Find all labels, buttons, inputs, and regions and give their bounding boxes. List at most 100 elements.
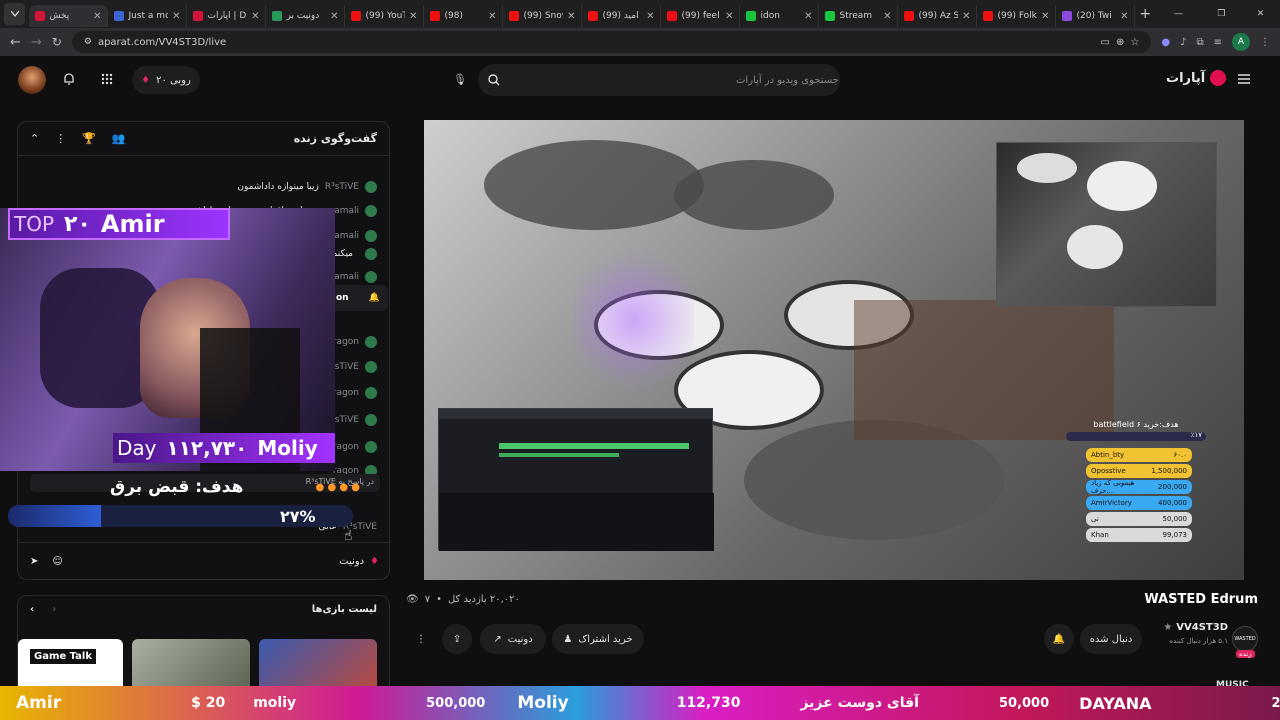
tab-favicon-icon [509, 11, 520, 21]
browser-tab[interactable]: (20) Twi ✕ [1056, 5, 1136, 27]
tab-close-icon[interactable]: ✕ [1120, 11, 1128, 22]
bookmark-star-icon[interactable]: ☆ [1130, 37, 1139, 48]
pinned-bar[interactable]: on 🔔 [328, 285, 388, 311]
subscribe-button[interactable]: خرید اشتراک ♟ [552, 624, 644, 654]
user-icon: ♟ [563, 633, 573, 645]
ruby-icon: ♦ [141, 74, 151, 86]
notifications-bell-icon[interactable] [60, 70, 78, 88]
chat-more-icon[interactable]: ⋮ [55, 132, 66, 145]
chat-avatar [365, 181, 377, 193]
browser-tab[interactable]: idon ✕ [740, 5, 820, 27]
send-icon[interactable]: ➤ [30, 556, 38, 567]
chat-donate-button[interactable]: دونیت ♦ [339, 556, 379, 567]
games-prev-icon[interactable]: ‹ [30, 604, 34, 615]
tab-close-icon[interactable]: ✕ [409, 11, 417, 22]
tab-label: (98) [444, 11, 463, 21]
emoji-icon[interactable]: ☺ [52, 556, 62, 567]
chat-composer: ➤ ☺ دونیت ♦ [18, 542, 389, 579]
tab-close-icon[interactable]: ✕ [804, 11, 812, 22]
chat-message[interactable]: sTiVE [329, 356, 377, 378]
profile-avatar[interactable]: A [1232, 33, 1250, 51]
search-bar[interactable]: جستجوی ویدیو در آپارات [478, 64, 840, 96]
chat-message[interactable]: sTiVE [329, 409, 377, 431]
more-options-button[interactable]: ⋮ [410, 624, 432, 654]
external-link-icon: ↗ [493, 633, 502, 645]
reading-list-icon[interactable]: ≡ [1214, 37, 1222, 48]
follow-button[interactable]: دنبال شده [1080, 624, 1142, 654]
collapse-chat-icon[interactable]: ⌃ [30, 132, 39, 145]
site-info-icon[interactable]: ⚙ [84, 37, 92, 47]
aparat-logo[interactable]: آپارات [1166, 70, 1227, 86]
tab-close-icon[interactable]: ✕ [93, 11, 101, 22]
search-icon[interactable] [487, 73, 501, 87]
tab-close-icon[interactable]: ✕ [883, 11, 891, 22]
address-bar[interactable]: ⚙ aparat.com/VV4ST3D/live ▭ ⊕ ☆ [71, 31, 1152, 53]
tab-close-icon[interactable]: ✕ [1041, 11, 1049, 22]
game-talk-label: Game Talk [30, 649, 96, 664]
games-next-icon[interactable]: › [52, 604, 56, 615]
channel-info[interactable]: VV4ST3D ★ ۵.۱ هزار دنبال کننده [1158, 622, 1228, 645]
share-button[interactable]: ⇪ [442, 624, 472, 654]
browser-tab[interactable]: (99) Snov ✕ [503, 5, 583, 27]
browser-tab[interactable]: Stream ✕ [819, 5, 899, 27]
notify-bell-button[interactable]: 🔔 [1044, 624, 1074, 654]
user-avatar[interactable] [18, 66, 46, 94]
browser-menu-icon[interactable]: ⋮ [1260, 37, 1270, 48]
donation-name: AmirVictory [1091, 499, 1132, 507]
donation-row: تی 50,000 [1086, 512, 1192, 526]
goal-flames: ● ● ● ● [315, 481, 360, 493]
trophy-icon[interactable]: 🏆 [82, 132, 96, 145]
chat-avatar [365, 230, 377, 242]
tab-close-icon[interactable]: ✕ [646, 11, 654, 22]
browser-tab[interactable]: پخش ✕ [29, 5, 109, 27]
tab-close-icon[interactable]: ✕ [567, 11, 575, 22]
hamburger-menu-icon[interactable] [1237, 72, 1251, 86]
chat-avatar [365, 441, 377, 453]
channel-avatar[interactable]: WASTED [1232, 626, 1258, 652]
ruby-balance[interactable]: ♦ ۲۰ روبی [132, 66, 200, 94]
cast-icon[interactable]: ▭ [1101, 37, 1110, 48]
games-title: لیست بازی‌ها [311, 604, 377, 615]
browser-tab[interactable]: (99) Az S ✕ [898, 5, 978, 27]
ticker-name-1: Amir [16, 693, 62, 713]
browser-tab[interactable]: (99) feel ✕ [661, 5, 741, 27]
live-badge: زنده [1236, 650, 1255, 658]
tab-list-icon[interactable] [4, 3, 26, 25]
tab-close-icon[interactable]: ✕ [330, 11, 338, 22]
vpn-extension-icon[interactable]: ● [1161, 37, 1170, 48]
tab-close-icon[interactable]: ✕ [488, 11, 496, 22]
browser-tab[interactable]: (98) ✕ [424, 5, 504, 27]
donate-button[interactable]: دونیت ↗ [480, 624, 546, 654]
close-window-icon[interactable]: ✕ [1241, 9, 1280, 19]
browser-tab[interactable]: Just a mo ✕ [108, 5, 188, 27]
reload-icon[interactable]: ↻ [52, 35, 62, 49]
minimize-window-icon[interactable]: — [1155, 9, 1202, 19]
chat-message[interactable]: R³sTiVE زیبا مینوازه داداشمون [237, 176, 377, 198]
browser-tab[interactable]: (99) Folk ✕ [977, 5, 1057, 27]
browser-tab[interactable]: (99) YouT ✕ [345, 5, 425, 27]
browser-tab[interactable]: امید (99) ✕ [582, 5, 662, 27]
new-tab-button[interactable]: + [1135, 6, 1155, 22]
zoom-icon[interactable]: ⊕ [1116, 37, 1124, 48]
forward-icon[interactable]: → [31, 35, 42, 50]
restore-window-icon[interactable]: ❐ [1202, 9, 1241, 19]
tab-close-icon[interactable]: ✕ [251, 11, 259, 22]
users-icon[interactable]: 👥 [112, 132, 126, 145]
browser-tab[interactable]: آپارات | D ✕ [187, 5, 267, 27]
mic-icon[interactable]: 🎙 [451, 70, 469, 88]
tab-favicon-icon [588, 11, 599, 21]
top-label: TOP [14, 212, 55, 236]
tab-favicon-icon [430, 11, 441, 21]
donation-ticker: Amir $ 20 moliy 500,000 Moliy 112,730 آق… [0, 686, 1280, 720]
audio-icon[interactable]: ♪ [1180, 37, 1186, 48]
back-icon[interactable]: ← [10, 35, 21, 50]
views-text: ۲۰,۰۲۰ بازدید کل [447, 594, 520, 605]
extensions-icon[interactable]: ⧉ [1196, 37, 1203, 48]
tab-close-icon[interactable]: ✕ [962, 11, 970, 22]
ticker-amount-5: 20,000 [1271, 695, 1280, 711]
tab-close-icon[interactable]: ✕ [172, 11, 180, 22]
tab-close-icon[interactable]: ✕ [725, 11, 733, 22]
chat-avatar [365, 205, 377, 217]
browser-tab[interactable]: دونیت بر ✕ [266, 5, 346, 27]
apps-grid-icon[interactable] [98, 70, 116, 88]
